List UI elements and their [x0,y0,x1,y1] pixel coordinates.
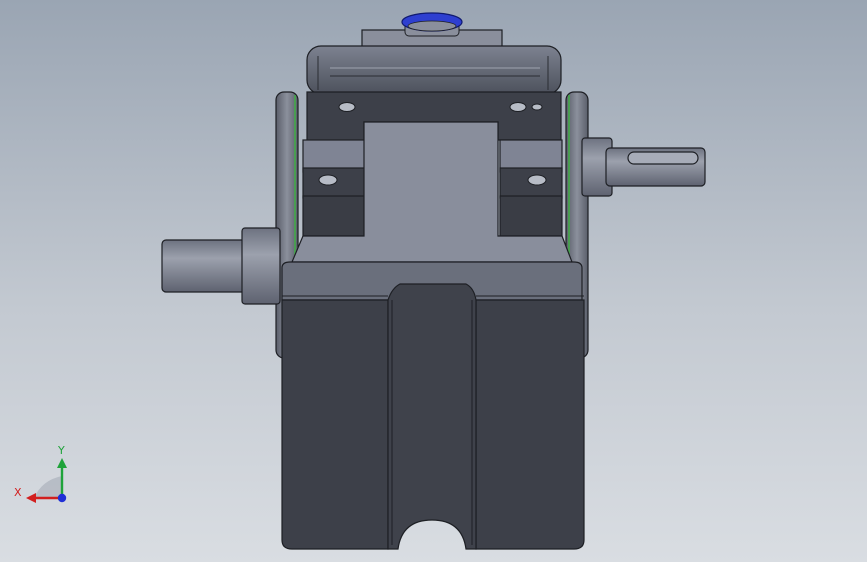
triad-y-label: Y [57,444,65,457]
triad-plane [34,476,62,498]
reference-triad: X Y [14,444,67,503]
triad-y-arrow [57,458,67,468]
keyway [627,151,699,165]
right-shaft [581,137,706,197]
left-boss [302,139,366,199]
triad-x-arrow [26,493,36,503]
housing-top-cap [306,45,562,95]
triad-x-label: X [14,486,22,499]
right-lower-block [499,195,563,237]
left-lower-block [302,195,366,237]
gearbox-model[interactable] [0,0,867,562]
top-bearing [361,12,503,51]
left-shaft [161,227,281,305]
housing-body [281,261,585,550]
right-boss [499,139,563,199]
triad-z-dot [57,493,67,503]
graphics-viewport[interactable]: X Y [0,0,867,562]
